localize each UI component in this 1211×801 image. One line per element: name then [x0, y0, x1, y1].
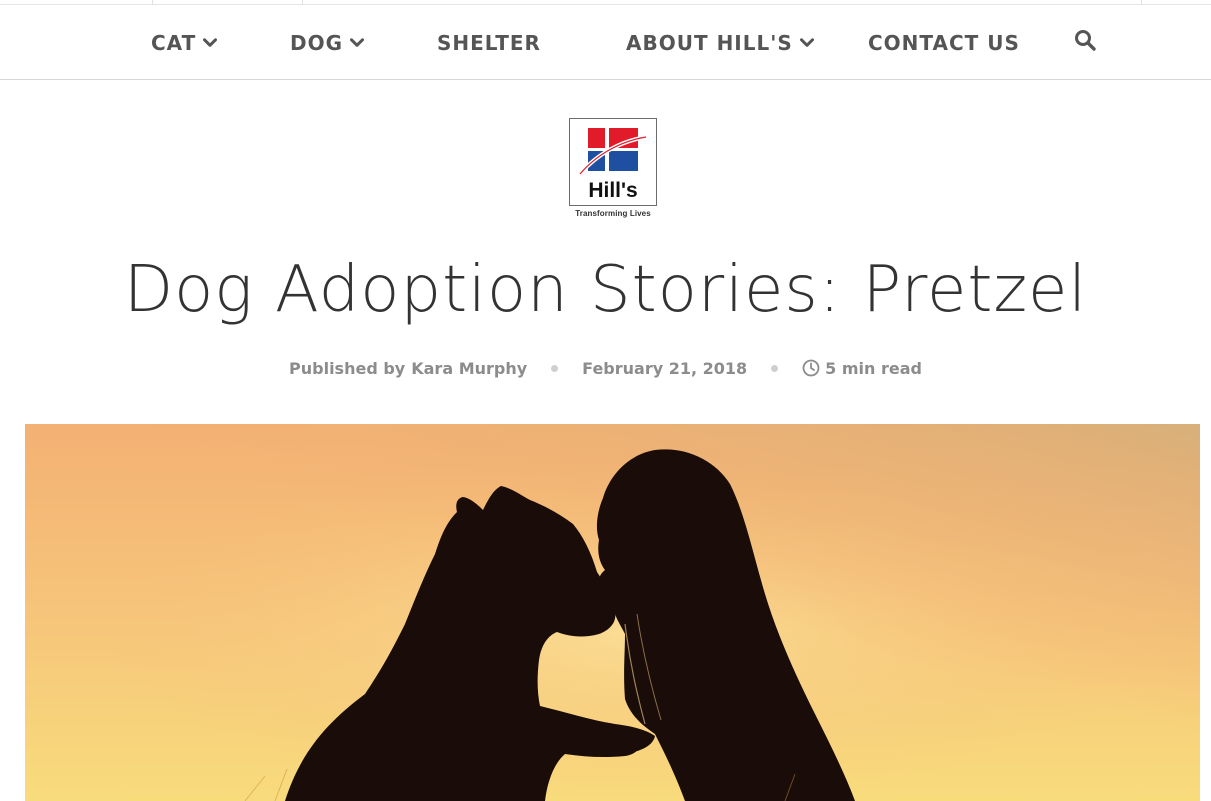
article-meta: Published by Kara Murphy February 21, 20… — [0, 355, 1211, 381]
article-title: Dog Adoption Stories: Pretzel — [123, 253, 1088, 327]
nav-item-label: SHELTER — [437, 30, 541, 55]
logo-mark: Hill's — [569, 118, 657, 206]
hero-image — [25, 424, 1200, 801]
nav-item-shelter[interactable]: SHELTER — [437, 5, 541, 80]
hills-logo[interactable]: Hill's Transforming Lives — [568, 118, 658, 222]
read-time: 5 min read — [825, 358, 922, 378]
nav-item-label: CONTACT US — [868, 30, 1020, 55]
clock-icon — [802, 359, 820, 377]
logo-tagline: Transforming Lives — [575, 209, 651, 218]
nav-item-cat[interactable]: CAT — [151, 5, 218, 80]
nav-item-label: ABOUT HILL'S — [626, 30, 793, 55]
main-navigation: CAT DOG SHELTER ABOUT HILL'S CONTACT US — [0, 5, 1211, 80]
logo-emblem: Hill's — [578, 128, 647, 202]
published-by-label: Published by — [289, 358, 406, 378]
nav-item-dog[interactable]: DOG — [290, 5, 365, 80]
meta-separator — [551, 364, 559, 372]
chevron-down-icon — [350, 37, 365, 48]
nav-item-label: CAT — [151, 30, 197, 55]
nav-item-label: DOG — [290, 30, 344, 55]
author-link[interactable]: Kara Murphy — [411, 359, 527, 378]
nav-item-contact[interactable]: CONTACT US — [868, 5, 1020, 80]
hero-silhouette-illustration — [25, 424, 1200, 801]
publish-date: February 21, 2018 — [582, 358, 748, 378]
chevron-down-icon — [203, 37, 218, 48]
nav-item-about[interactable]: ABOUT HILL'S — [626, 5, 814, 80]
logo-brand-text: Hill's — [588, 179, 637, 202]
meta-separator — [771, 364, 779, 372]
chevron-down-icon — [799, 37, 814, 48]
search-icon — [1074, 29, 1096, 56]
search-button[interactable] — [1074, 5, 1096, 80]
